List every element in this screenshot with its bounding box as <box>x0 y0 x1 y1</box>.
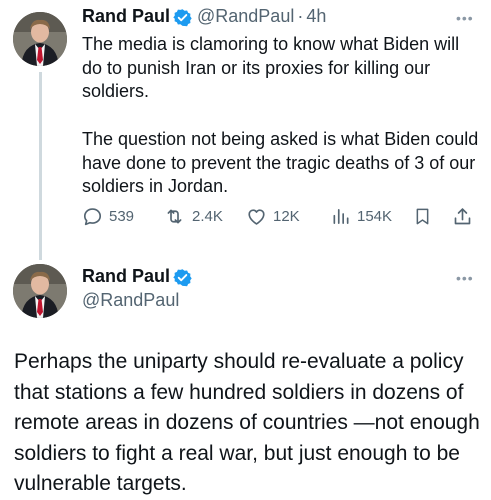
tweet2-author-name[interactable]: Rand Paul <box>82 266 170 287</box>
more-icon[interactable]: ••• <box>456 10 474 26</box>
verified-badge-icon <box>173 9 192 27</box>
tweet2-text: Perhaps the uniparty should re-evaluate … <box>14 350 480 495</box>
tweet2-handle[interactable]: @RandPaul <box>82 290 179 311</box>
reply-count: 539 <box>109 207 135 225</box>
views-icon <box>333 208 349 224</box>
tweet1-text-paragraph-2: The question not being asked is what Bid… <box>82 129 479 196</box>
more-icon[interactable]: ••• <box>456 270 474 286</box>
tweet2-avatar[interactable] <box>13 264 67 318</box>
thread-line <box>39 72 42 260</box>
reply-button[interactable]: 539 <box>82 204 134 228</box>
tweet1-timestamp[interactable]: 4h <box>306 6 326 26</box>
share-button[interactable] <box>452 204 473 228</box>
share-icon <box>454 207 471 224</box>
like-icon <box>248 208 265 225</box>
repost-count: 2.4K <box>192 207 223 225</box>
like-count: 12K <box>273 207 300 225</box>
views-count: 154K <box>357 207 393 225</box>
repost-icon <box>167 209 182 223</box>
tweet1-avatar[interactable] <box>13 12 67 66</box>
bookmark-button[interactable] <box>413 204 432 228</box>
reply-icon <box>83 207 102 225</box>
tweet1-meta: @RandPaul · 4h <box>197 6 326 27</box>
bookmark-icon <box>416 208 429 224</box>
tweet1-handle[interactable]: @RandPaul <box>197 6 294 26</box>
verified-badge-icon <box>173 269 192 287</box>
tweet1-author-name[interactable]: Rand Paul <box>82 6 170 27</box>
meta-separator: · <box>297 6 304 26</box>
like-button[interactable]: 12K <box>246 204 300 228</box>
repost-button[interactable]: 2.4K <box>163 204 223 228</box>
views-button[interactable]: 154K <box>331 204 392 228</box>
tweet1-text-paragraph-1: The media is clamoring to know what Bide… <box>82 34 460 101</box>
